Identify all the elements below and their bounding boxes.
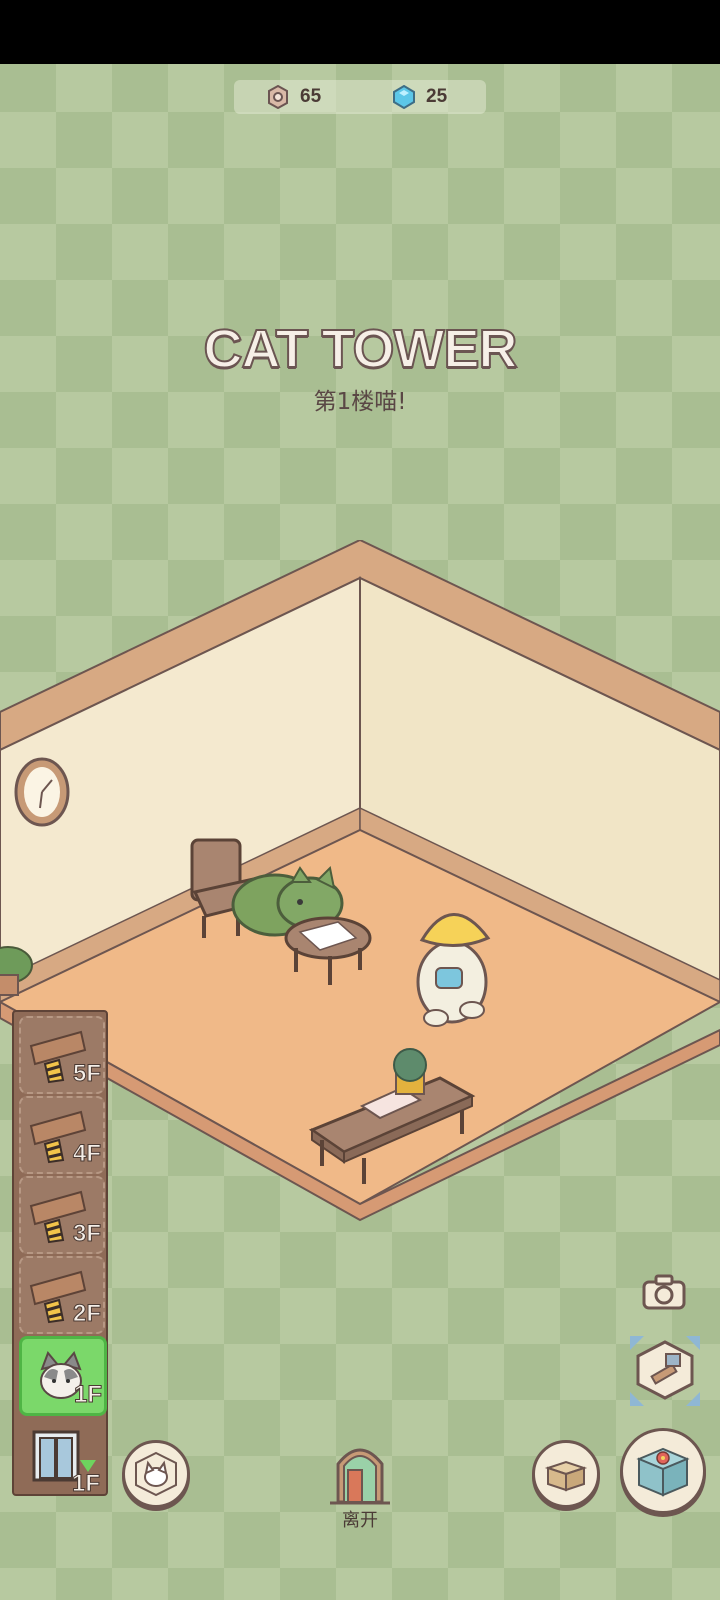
floor-button-2f[interactable]: 2F <box>19 1256 105 1334</box>
inventory-button[interactable] <box>532 1440 600 1508</box>
cats-button[interactable] <box>122 1440 190 1508</box>
furniture-button[interactable] <box>620 1428 706 1514</box>
furniture-icon <box>636 1447 690 1497</box>
elevator-floor-label: 1F <box>71 1470 101 1498</box>
floor-label: 3F <box>72 1220 101 1248</box>
box-icon <box>544 1460 588 1492</box>
floor-label: 2F <box>72 1300 101 1328</box>
cat-box-icon <box>135 1451 177 1497</box>
floor-subtitle: 第1楼喵! <box>313 389 407 415</box>
floor-label: 4F <box>72 1140 101 1168</box>
floor-button-4f[interactable]: 4F <box>19 1096 105 1174</box>
coin-value: 65 <box>300 86 322 107</box>
isometric-room[interactable] <box>0 540 720 1240</box>
gear-coin-icon <box>268 85 288 109</box>
currency-bar: 65 25 <box>234 80 486 114</box>
coin-counter: 65 <box>266 85 321 109</box>
camera-icon[interactable] <box>642 1274 686 1310</box>
leave-button-label[interactable]: 离开 <box>330 1506 390 1532</box>
floor-button-1f[interactable]: 1F <box>19 1336 107 1416</box>
hammer-expand-icon[interactable] <box>630 1336 700 1406</box>
floor-selector-panel: 5F 4F 3F 2F 1F <box>12 1010 108 1496</box>
status-bar <box>0 0 720 64</box>
blue-gem-icon <box>393 85 415 109</box>
floor-label: 5F <box>72 1060 101 1088</box>
gem-value: 25 <box>426 86 448 107</box>
game-title: CAT TOWER <box>203 318 519 380</box>
floor-button-3f[interactable]: 3F <box>19 1176 105 1254</box>
cat-yellow-hat[interactable] <box>416 913 491 1027</box>
floor-button-5f[interactable]: 5F <box>19 1016 105 1094</box>
wall-clock[interactable] <box>14 757 70 827</box>
door-icon[interactable] <box>330 1440 390 1506</box>
floor-label: 1F <box>73 1381 102 1409</box>
gem-counter: 25 <box>392 85 447 109</box>
